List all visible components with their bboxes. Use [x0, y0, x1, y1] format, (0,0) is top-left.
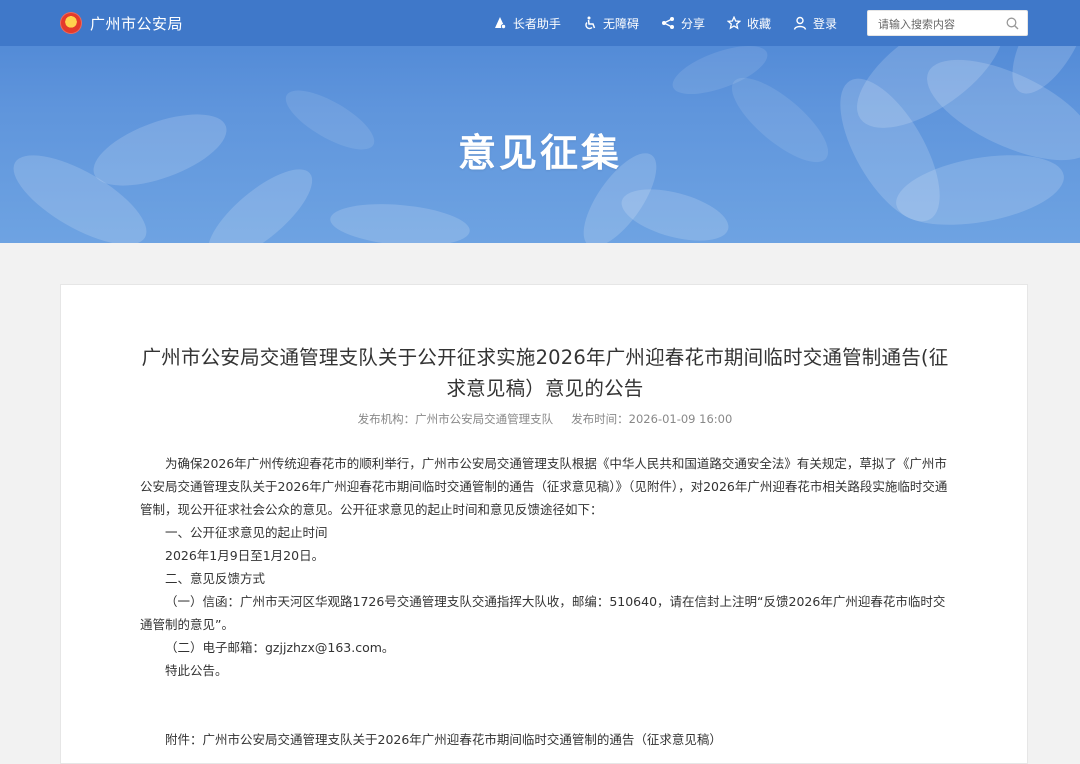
search-box: [867, 10, 1028, 37]
toolbar: 长者助手 无障碍 分享 收藏 登录: [493, 0, 837, 46]
elder-assistant-label: 长者助手: [512, 16, 561, 31]
article-meta: 发布机构：广州市公安局交通管理支队 发布时间：2026-01-09 16:00: [61, 411, 1029, 427]
page-banner: 广州市公安局 长者助手 无障碍 分享 收藏 登录 请输入搜索内容 意见征集: [0, 0, 1080, 243]
article-paragraph: （一）信函：广州市天河区华观路1726号交通管理支队交通指挥大队收，邮编：510…: [140, 594, 946, 632]
article-paragraph: 一、公开征求意见的起止时间: [165, 525, 328, 540]
site-name: 广州市公安局: [90, 14, 184, 33]
user-icon: [793, 16, 807, 30]
share-button[interactable]: 分享: [661, 15, 705, 32]
accessibility-button[interactable]: 无障碍: [583, 15, 639, 32]
article-paragraph: 二、意见反馈方式: [165, 571, 266, 586]
search-input[interactable]: [876, 11, 1005, 37]
banner-title: 意见征集: [457, 131, 622, 175]
share-label: 分享: [680, 16, 705, 31]
attachment-link[interactable]: 附件：广州市公安局交通管理支队关于2026年广州迎春花市期间临时交通管制的通告（…: [140, 728, 950, 751]
star-icon: [726, 16, 741, 30]
article-paragraph: 特此公告。: [165, 663, 228, 678]
favorite-button[interactable]: 收藏: [726, 15, 771, 32]
favorite-label: 收藏: [746, 16, 771, 31]
police-emblem-icon: [60, 12, 82, 34]
article-paragraph: （二）电子邮箱：gzjjzhzx@163.com。: [165, 640, 395, 655]
top-navigation-bar: 广州市公安局 长者助手 无障碍 分享 收藏 登录: [0, 0, 1080, 46]
accessibility-label: 无障碍: [602, 16, 639, 31]
elder-assistant-button[interactable]: 长者助手: [493, 15, 561, 32]
share-icon: [661, 17, 674, 29]
elder-assistant-icon: [494, 17, 507, 30]
article-paragraph: 为确保2026年广州传统迎春花市的顺利举行，广州市公安局交通管理支队根据《中华人…: [140, 456, 948, 517]
search-icon[interactable]: [1006, 17, 1019, 30]
accessibility-icon: [585, 16, 596, 30]
login-button[interactable]: 登录: [793, 15, 837, 32]
login-label: 登录: [812, 16, 837, 31]
article-paragraph: 2026年1月9日至1月20日。: [165, 548, 325, 563]
article-publish-time: 发布时间：2026-01-09 16:00: [571, 412, 733, 426]
article-title: 广州市公安局交通管理支队关于公开征求实施2026年广州迎春花市期间临时交通管制通…: [141, 346, 949, 400]
site-brand[interactable]: 广州市公安局: [60, 10, 183, 36]
article-body: 为确保2026年广州传统迎春花市的顺利举行，广州市公安局交通管理支队根据《中华人…: [140, 452, 950, 751]
article-publisher: 发布机构：广州市公安局交通管理支队: [357, 412, 554, 426]
article-card: 广州市公安局交通管理支队关于公开征求实施2026年广州迎春花市期间临时交通管制通…: [60, 284, 1028, 764]
